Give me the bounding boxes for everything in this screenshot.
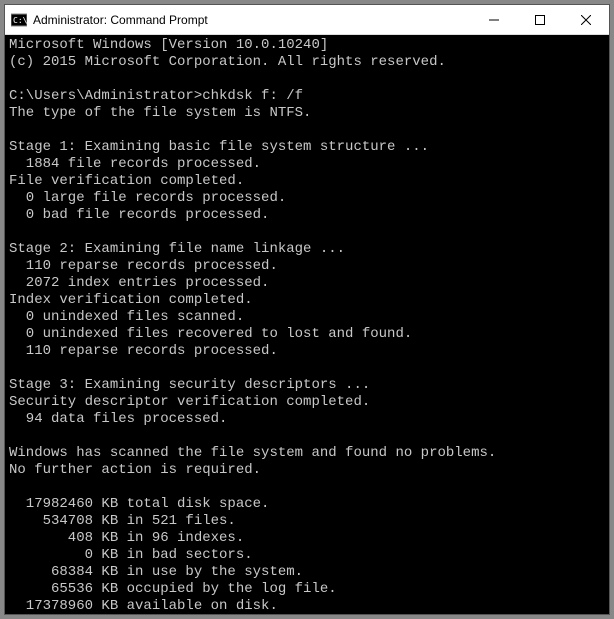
- terminal-line: [9, 71, 605, 88]
- terminal-line: Stage 1: Examining basic file system str…: [9, 139, 605, 156]
- window-frame: C:\ Administrator: Command Prompt Micros…: [4, 4, 610, 615]
- terminal-line: Stage 2: Examining file name linkage ...: [9, 241, 605, 258]
- terminal-line: The type of the file system is NTFS.: [9, 105, 605, 122]
- terminal-line: [9, 479, 605, 496]
- terminal-line: 0 unindexed files recovered to lost and …: [9, 326, 605, 343]
- terminal-line: [9, 360, 605, 377]
- minimize-button[interactable]: [471, 5, 517, 34]
- terminal-line: File verification completed.: [9, 173, 605, 190]
- terminal-line: Security descriptor verification complet…: [9, 394, 605, 411]
- terminal-line: 2072 index entries processed.: [9, 275, 605, 292]
- terminal-line: (c) 2015 Microsoft Corporation. All righ…: [9, 54, 605, 71]
- svg-text:C:\: C:\: [13, 16, 27, 25]
- window-controls: [471, 5, 609, 34]
- terminal-line: 0 large file records processed.: [9, 190, 605, 207]
- terminal-line: 0 unindexed files scanned.: [9, 309, 605, 326]
- close-button[interactable]: [563, 5, 609, 34]
- terminal-output[interactable]: Microsoft Windows [Version 10.0.10240](c…: [5, 35, 609, 614]
- terminal-line: 65536 KB occupied by the log file.: [9, 581, 605, 598]
- terminal-line: [9, 224, 605, 241]
- terminal-line: [9, 122, 605, 139]
- terminal-line: Stage 3: Examining security descriptors …: [9, 377, 605, 394]
- terminal-line: 110 reparse records processed.: [9, 343, 605, 360]
- window-title: Administrator: Command Prompt: [33, 13, 471, 27]
- terminal-line: [9, 428, 605, 445]
- terminal-line: 110 reparse records processed.: [9, 258, 605, 275]
- terminal-line: 17378960 KB available on disk.: [9, 598, 605, 614]
- terminal-line: 94 data files processed.: [9, 411, 605, 428]
- terminal-line: 0 KB in bad sectors.: [9, 547, 605, 564]
- cmd-icon: C:\: [11, 12, 27, 28]
- terminal-line: Windows has scanned the file system and …: [9, 445, 605, 462]
- titlebar[interactable]: C:\ Administrator: Command Prompt: [5, 5, 609, 35]
- terminal-line: 68384 KB in use by the system.: [9, 564, 605, 581]
- terminal-line: 17982460 KB total disk space.: [9, 496, 605, 513]
- terminal-line: 0 bad file records processed.: [9, 207, 605, 224]
- terminal-line: 1884 file records processed.: [9, 156, 605, 173]
- terminal-line: 534708 KB in 521 files.: [9, 513, 605, 530]
- terminal-line: Microsoft Windows [Version 10.0.10240]: [9, 37, 605, 54]
- terminal-line: 408 KB in 96 indexes.: [9, 530, 605, 547]
- terminal-line: C:\Users\Administrator>chkdsk f: /f: [9, 88, 605, 105]
- maximize-button[interactable]: [517, 5, 563, 34]
- terminal-line: No further action is required.: [9, 462, 605, 479]
- terminal-line: Index verification completed.: [9, 292, 605, 309]
